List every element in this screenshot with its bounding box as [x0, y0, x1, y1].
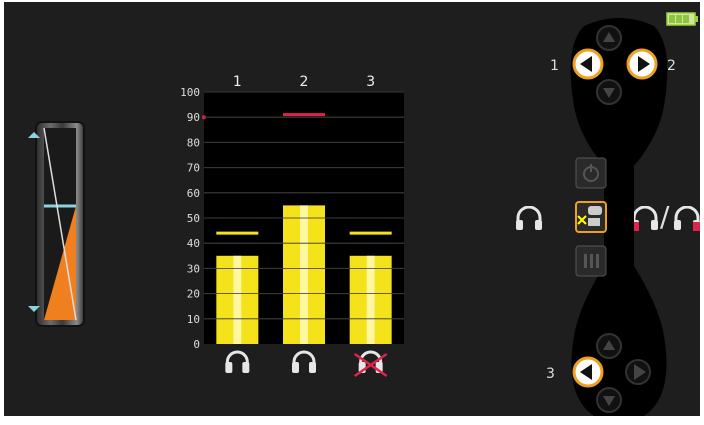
- label-2: 2: [667, 58, 676, 74]
- y-tick-label: 20: [187, 288, 200, 301]
- bar-highlight: [366, 255, 375, 344]
- y-tick-label: 100: [180, 86, 200, 99]
- column-label: 1: [233, 74, 242, 90]
- y-tick-label: 90: [187, 111, 200, 124]
- headphones-icon-2: [292, 350, 316, 373]
- y-tick-label: 10: [187, 313, 200, 326]
- column-label: 2: [300, 74, 309, 90]
- control-panel: 1 2 3: [546, 18, 676, 416]
- headphones-icon-3: [353, 350, 388, 378]
- power-button[interactable]: [575, 157, 607, 189]
- level-slider[interactable]: [28, 120, 90, 328]
- headphones-crossed-right-icon: [674, 206, 700, 231]
- column-label: 3: [366, 74, 375, 90]
- y-tick-label: 30: [187, 262, 200, 275]
- headphones-icon: [516, 206, 542, 230]
- y-tick-label: 50: [187, 212, 200, 225]
- device-screen: 123 0 10 20 30 40 50 60 70 80 90 100 / 1…: [4, 2, 700, 416]
- bar-highlight: [233, 255, 242, 344]
- y-tick-label: 80: [187, 136, 200, 149]
- bar-highlight: [300, 205, 308, 344]
- headphones-icon-1: [225, 350, 250, 373]
- y-tick-label: 0: [193, 338, 200, 351]
- menu-icon: [584, 254, 599, 268]
- label-3: 3: [546, 366, 555, 382]
- label-1: 1: [550, 58, 559, 74]
- y-tick-label: 60: [187, 187, 200, 200]
- bar-chart: 1 2 3 0 10 20 30 40 50 60 70 80 90 100: [180, 74, 404, 378]
- y-tick-label: 40: [187, 237, 200, 250]
- y-tick-label: 70: [187, 162, 200, 175]
